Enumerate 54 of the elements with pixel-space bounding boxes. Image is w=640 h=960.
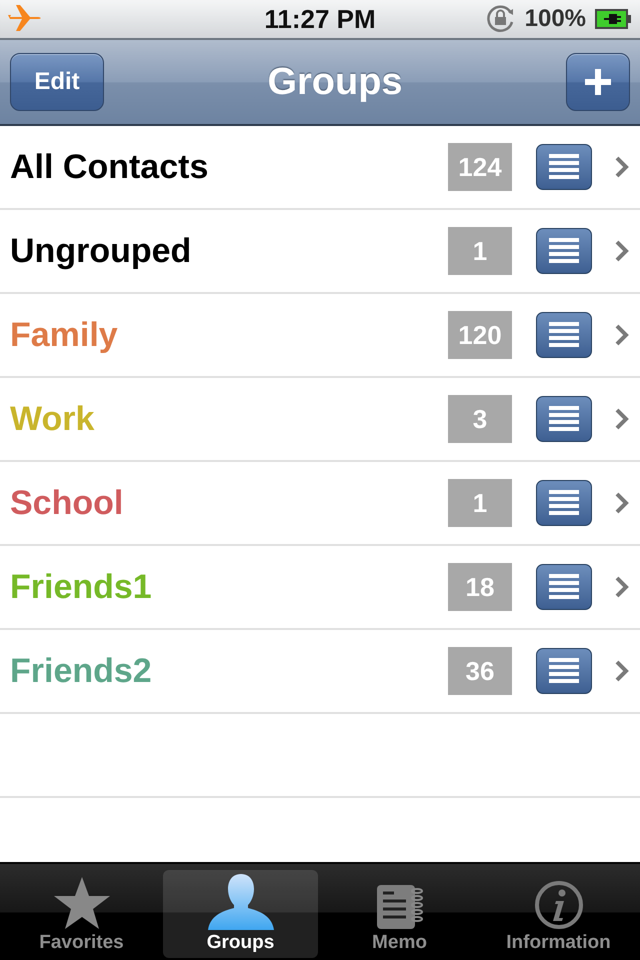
group-name: Ungrouped [10,232,192,270]
group-name: Friends2 [10,652,153,690]
list-button[interactable] [536,564,592,610]
group-count: 36 [448,647,512,695]
chevron-icon [614,659,630,683]
nav-title: Groups [267,60,403,104]
list-button[interactable] [536,396,592,442]
list-icon [549,490,579,516]
battery-icon [594,8,632,30]
group-row[interactable]: School 1 [0,462,640,546]
group-count: 1 [448,479,512,527]
group-name: Friends1 [10,568,153,606]
chevron-icon [614,323,630,347]
plus-icon [584,68,612,96]
info-icon [534,880,584,930]
list-icon [549,322,579,348]
add-button[interactable] [566,53,630,111]
chevron-icon [614,491,630,515]
group-count: 124 [448,143,512,191]
tab[interactable]: Groups [163,870,318,958]
group-name: Work [10,400,96,438]
chevron-icon [614,407,630,431]
list-button[interactable] [536,312,592,358]
list-icon [549,154,579,180]
list-button[interactable] [536,228,592,274]
group-count: 1 [448,227,512,275]
chevron-icon [614,155,630,179]
person-icon [208,872,274,930]
tab[interactable]: Favorites [4,870,159,958]
tab[interactable]: Information [481,870,636,958]
list-icon [549,658,579,684]
list-button[interactable] [536,144,592,190]
group-name: Family [10,316,119,354]
group-count: 3 [448,395,512,443]
group-name: School [10,484,124,522]
list-button[interactable] [536,480,592,526]
list-icon [549,238,579,264]
airplane-icon [8,4,42,34]
list-button[interactable] [536,648,592,694]
tab[interactable]: Memo [322,870,477,958]
list-icon [549,406,579,432]
group-count: 120 [448,311,512,359]
battery-percent: 100% [524,5,586,33]
group-row[interactable]: Ungrouped 1 [0,210,640,294]
group-row[interactable]: All Contacts 124 [0,126,640,210]
group-name: All Contacts [10,148,210,186]
chevron-icon [614,575,630,599]
chevron-icon [614,239,630,263]
edit-button[interactable]: Edit [10,53,104,111]
status-time: 11:27 PM [264,4,376,34]
notebook-icon [376,884,424,930]
list-icon [549,574,579,600]
star-icon [52,876,110,930]
group-count: 18 [448,563,512,611]
